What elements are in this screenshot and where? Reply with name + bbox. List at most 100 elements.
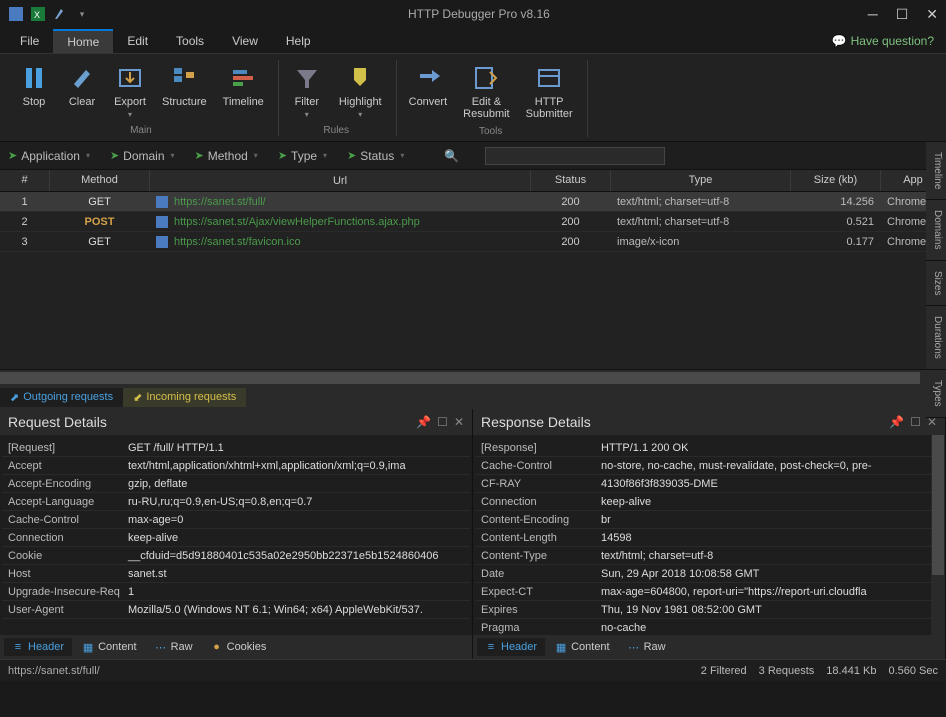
tab-content-label: Content	[571, 641, 610, 653]
kv-row[interactable]: Accept-Languageru-RU,ru;q=0.9,en-US;q=0.…	[2, 493, 470, 511]
pin-icon[interactable]: 📌	[416, 415, 431, 429]
tab-header[interactable]: ≡Header	[4, 638, 72, 656]
tab-incoming[interactable]: ⬋Incoming requests	[123, 388, 246, 407]
kv-row[interactable]: ExpiresThu, 19 Nov 1981 08:52:00 GMT	[475, 601, 943, 619]
highlight-icon	[344, 62, 376, 94]
clear-icon[interactable]	[52, 6, 68, 22]
kv-key: Accept-Encoding	[2, 478, 122, 490]
tab-header[interactable]: ≡Header	[477, 638, 545, 656]
cell-url: https://sanet.st/Ajax/viewHelperFunction…	[150, 214, 531, 230]
col-url[interactable]: Url	[150, 170, 531, 191]
window-icon[interactable]: ☐	[910, 415, 921, 429]
menu-view[interactable]: View	[218, 30, 272, 52]
close-panel-icon[interactable]: ✕	[454, 415, 464, 429]
request-details-header: Request Details 📌☐✕	[0, 409, 472, 435]
kv-row[interactable]: Upgrade-Insecure-Req1	[2, 583, 470, 601]
tab-raw[interactable]: ⋯Raw	[620, 638, 674, 656]
tab-cookies[interactable]: ●Cookies	[203, 638, 275, 656]
pin-icon[interactable]: 📌	[889, 415, 904, 429]
horizontal-scrollbar[interactable]	[0, 369, 946, 385]
tab-header-label: Header	[28, 641, 64, 653]
kv-row[interactable]: Content-Length14598	[475, 529, 943, 547]
tab-raw[interactable]: ⋯Raw	[147, 638, 201, 656]
tab-raw-label: Raw	[171, 641, 193, 653]
stop-button[interactable]: Stop	[14, 60, 54, 121]
kv-row[interactable]: Hostsanet.st	[2, 565, 470, 583]
timeline-button[interactable]: Timeline	[219, 60, 268, 121]
side-tab-durations[interactable]: Durations	[926, 306, 946, 370]
grid-header: # Method Url Status Type Size (kb) App	[0, 170, 946, 192]
side-tab-sizes[interactable]: Sizes	[926, 261, 946, 306]
table-row[interactable]: 1GEThttps://sanet.st/full/200text/html; …	[0, 192, 946, 212]
filter-application-label: Application	[21, 149, 80, 163]
menu-help[interactable]: Help	[272, 30, 325, 52]
minimize-button[interactable]: ─	[868, 6, 878, 22]
ribbon-group-tools-label: Tools	[479, 126, 502, 137]
side-tab-types[interactable]: Types	[926, 370, 946, 418]
tab-outgoing[interactable]: ⬈Outgoing requests	[0, 388, 123, 407]
http-submitter-button[interactable]: HTTP Submitter	[522, 60, 577, 122]
highlight-label: Highlight	[339, 96, 382, 108]
tab-content[interactable]: ▦Content	[74, 638, 145, 656]
response-scrollbar[interactable]	[931, 435, 945, 635]
kv-row[interactable]: User-AgentMozilla/5.0 (Windows NT 6.1; W…	[2, 601, 470, 619]
menu-tools[interactable]: Tools	[162, 30, 218, 52]
kv-row[interactable]: Cache-Controlmax-age=0	[2, 511, 470, 529]
edit-resubmit-button[interactable]: Edit & Resubmit	[459, 60, 513, 122]
filter-button[interactable]: Filter ▾	[287, 60, 327, 121]
export-button[interactable]: Export ▾	[110, 60, 150, 121]
maximize-button[interactable]: ☐	[896, 6, 909, 23]
highlight-button[interactable]: Highlight ▾	[335, 60, 386, 121]
filter-method[interactable]: ➤Method▾	[195, 149, 258, 163]
clear-button[interactable]: Clear	[62, 60, 102, 121]
kv-row[interactable]: Cache-Controlno-store, no-cache, must-re…	[475, 457, 943, 475]
kv-row[interactable]: Accept-Encodinggzip, deflate	[2, 475, 470, 493]
statusbar-url: https://sanet.st/full/	[8, 665, 701, 677]
search-input[interactable]	[485, 147, 665, 165]
kv-row[interactable]: DateSun, 29 Apr 2018 10:08:58 GMT	[475, 565, 943, 583]
menu-edit[interactable]: Edit	[113, 30, 162, 52]
window-icon[interactable]: ☐	[437, 415, 448, 429]
side-tab-timeline[interactable]: Timeline	[926, 142, 946, 200]
kv-row[interactable]: Pragmano-cache	[475, 619, 943, 635]
tab-content[interactable]: ▦Content	[547, 638, 618, 656]
col-method[interactable]: Method	[50, 170, 150, 191]
kv-value: HTTP/1.1 200 OK	[595, 442, 943, 454]
kv-row[interactable]: [Request]GET /full/ HTTP/1.1	[2, 439, 470, 457]
timeline-label: Timeline	[223, 96, 264, 108]
filter-status[interactable]: ➤Status▾	[347, 149, 404, 163]
kv-row[interactable]: Connectionkeep-alive	[2, 529, 470, 547]
kv-row[interactable]: Content-Encodingbr	[475, 511, 943, 529]
col-size[interactable]: Size (kb)	[791, 170, 881, 191]
kv-row[interactable]: Content-Typetext/html; charset=utf-8	[475, 547, 943, 565]
kv-row[interactable]: Accepttext/html,application/xhtml+xml,ap…	[2, 457, 470, 475]
filter-application[interactable]: ➤Application▾	[8, 149, 90, 163]
kv-value: text/html; charset=utf-8	[595, 550, 943, 562]
request-direction-tabs: ⬈Outgoing requests ⬋Incoming requests	[0, 385, 946, 409]
menu-home[interactable]: Home	[53, 29, 113, 53]
table-row[interactable]: 2POSThttps://sanet.st/Ajax/viewHelperFun…	[0, 212, 946, 232]
excel-icon[interactable]: X	[30, 6, 46, 22]
structure-button[interactable]: Structure	[158, 60, 211, 121]
kv-row[interactable]: Cookie__cfduid=d5d91880401c535a02e2950bb…	[2, 547, 470, 565]
close-button[interactable]: ✕	[926, 6, 938, 23]
menu-file[interactable]: File	[6, 30, 53, 52]
qat-dropdown-icon[interactable]: ▾	[74, 6, 90, 22]
side-tab-domains[interactable]: Domains	[926, 200, 946, 260]
window-controls: ─ ☐ ✕	[868, 6, 938, 23]
filter-type[interactable]: ➤Type▾	[278, 149, 327, 163]
col-num[interactable]: #	[0, 170, 50, 191]
convert-button[interactable]: Convert	[405, 60, 452, 122]
kv-row[interactable]: CF-RAY4130f86f3f839035-DME	[475, 475, 943, 493]
incoming-icon: ⬋	[133, 391, 142, 404]
kv-row[interactable]: [Response]HTTP/1.1 200 OK	[475, 439, 943, 457]
kv-row[interactable]: Connectionkeep-alive	[475, 493, 943, 511]
window-title: HTTP Debugger Pro v8.16	[90, 7, 868, 21]
chevron-down-icon: ▾	[254, 151, 258, 160]
table-row[interactable]: 3GEThttps://sanet.st/favicon.ico200image…	[0, 232, 946, 252]
filter-domain[interactable]: ➤Domain▾	[110, 149, 175, 163]
col-type[interactable]: Type	[611, 170, 791, 191]
kv-row[interactable]: Expect-CTmax-age=604800, report-uri="htt…	[475, 583, 943, 601]
have-question-link[interactable]: 💬 Have question?	[832, 34, 940, 48]
col-status[interactable]: Status	[531, 170, 611, 191]
